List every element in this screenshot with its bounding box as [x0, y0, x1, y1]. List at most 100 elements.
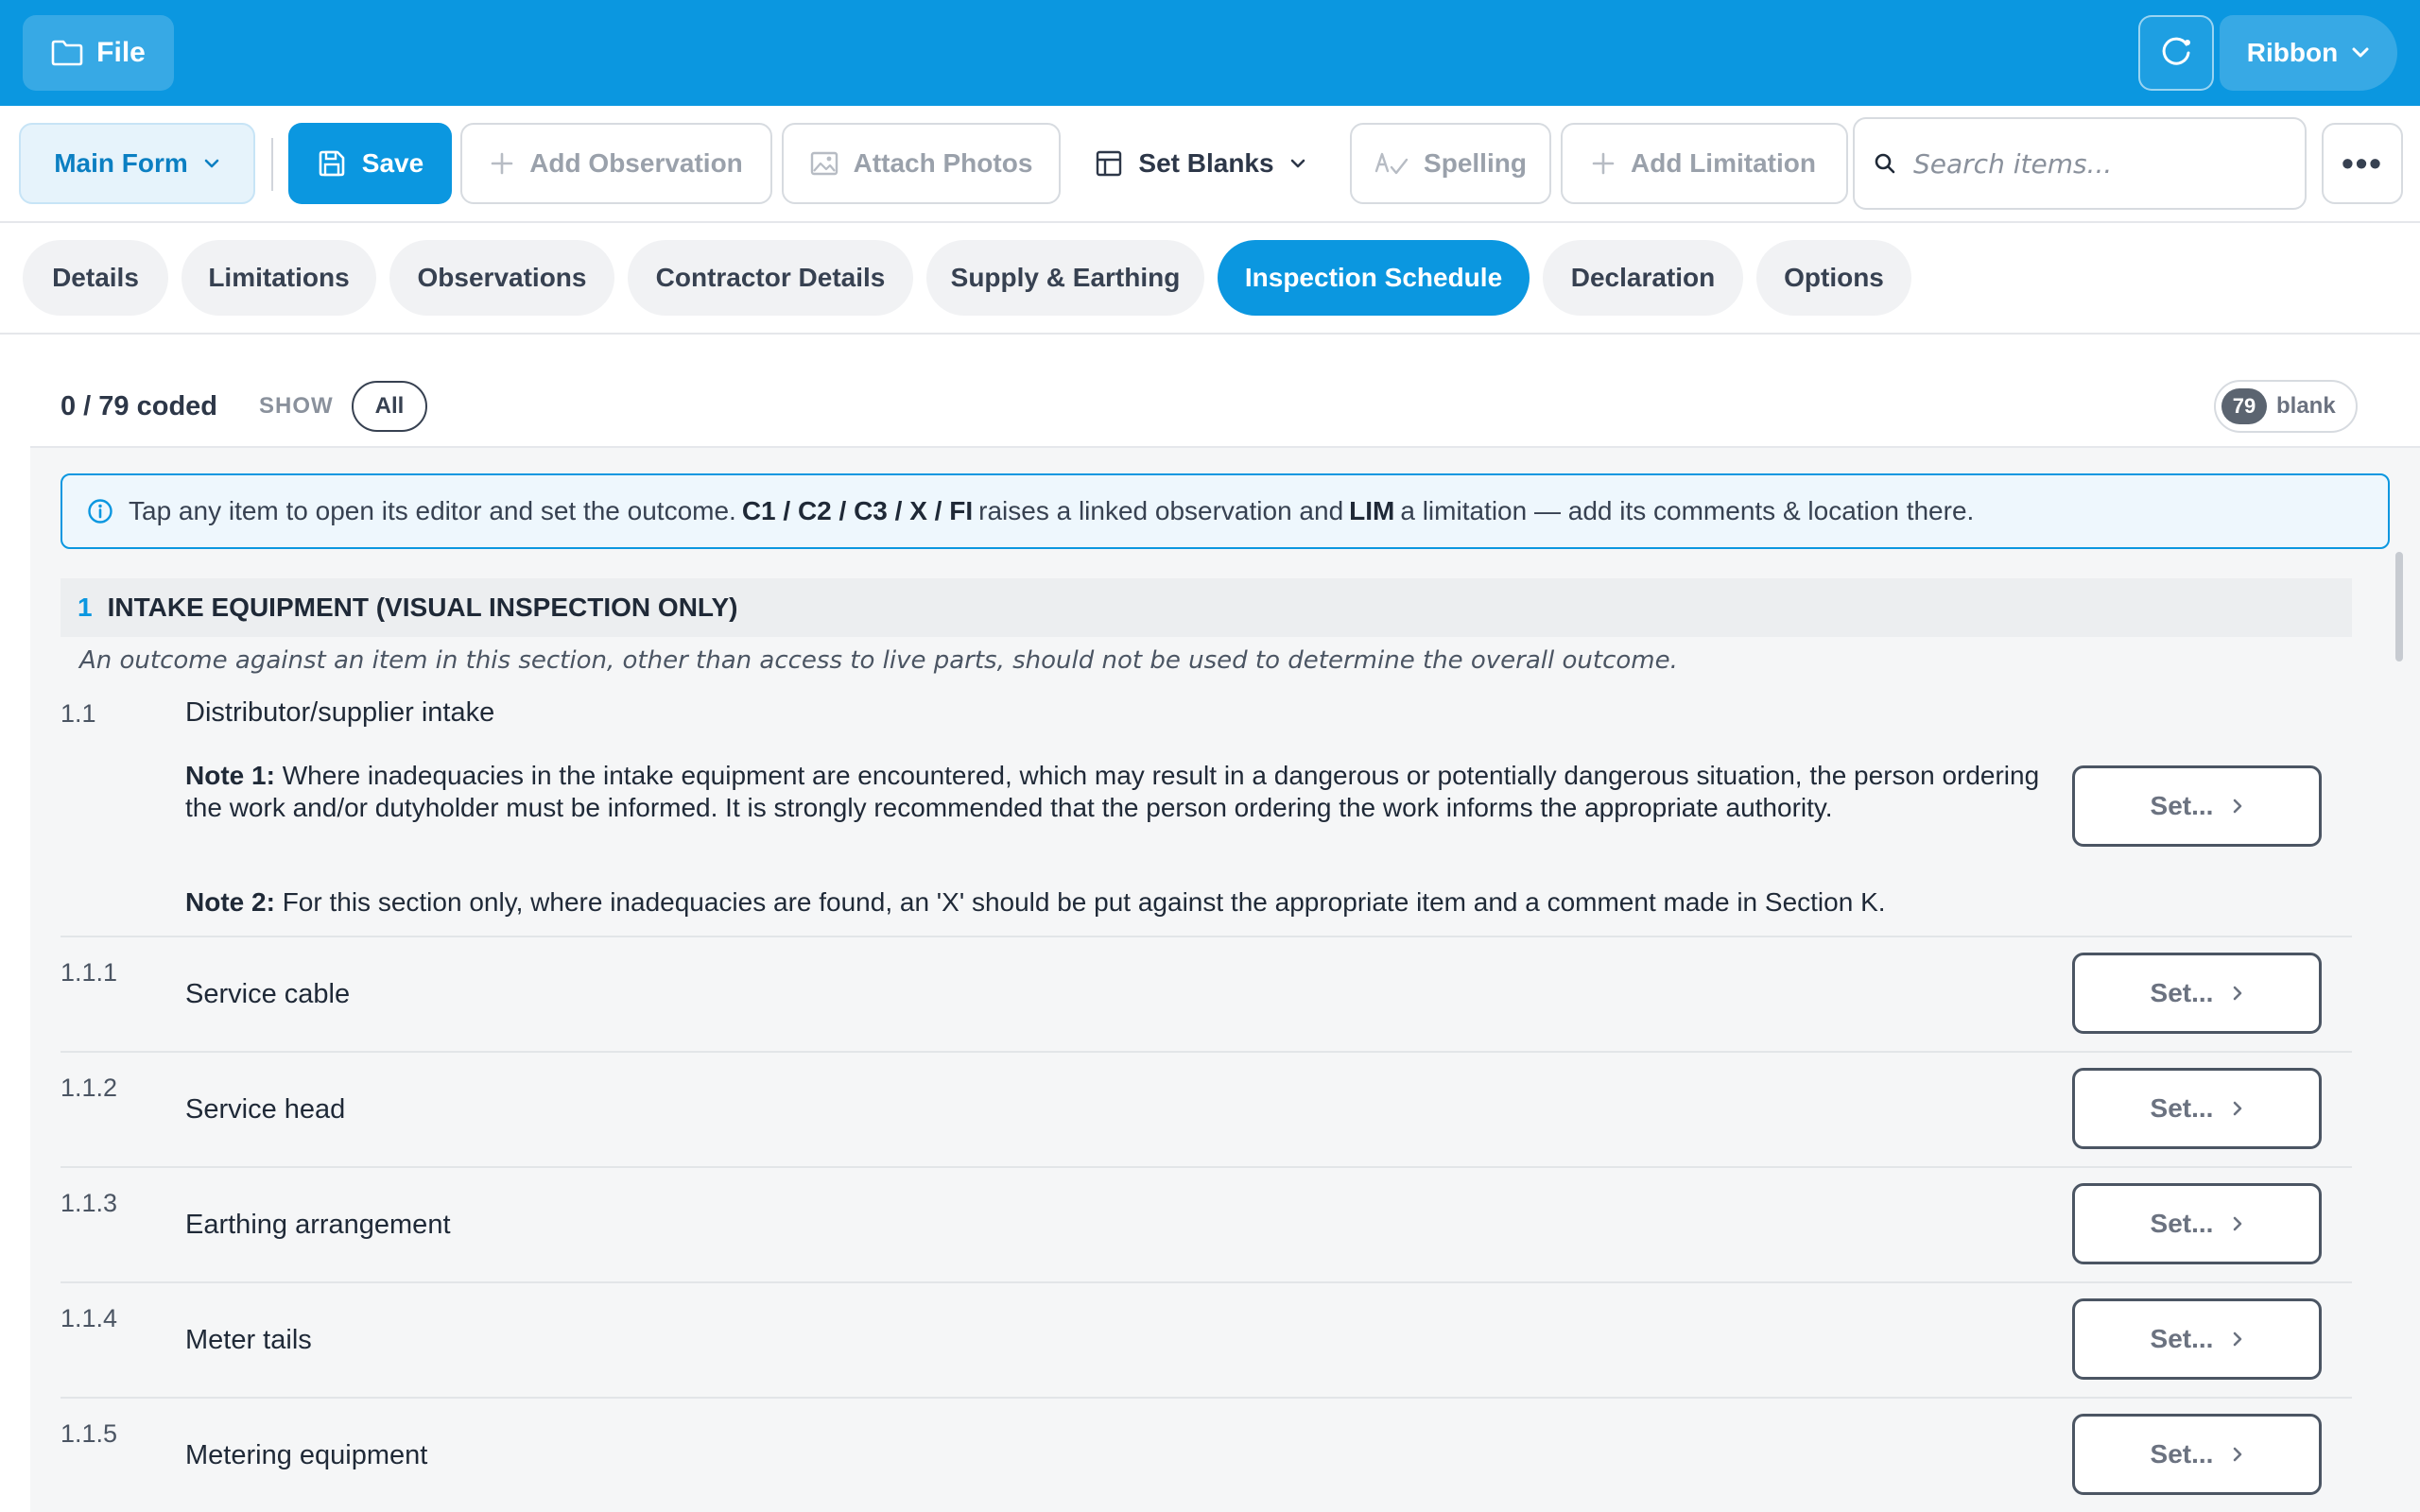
add-observation-button[interactable]: Add Observation [460, 123, 772, 204]
item-number: 1.1.4 [60, 1304, 118, 1332]
save-button[interactable]: Save [288, 123, 452, 204]
tab-inspection-schedule[interactable]: Inspection Schedule [1218, 240, 1530, 316]
item-title: Metering equipment [185, 1440, 428, 1470]
scrollbar-thumb[interactable] [2395, 552, 2403, 662]
set-button-label: Set... [2150, 1209, 2214, 1238]
add-limitation-label: Add Limitation [1631, 148, 1816, 178]
info-text: Tap any item to open its editor and set … [129, 496, 1975, 525]
set-outcome-button[interactable]: Set... [2072, 1183, 2322, 1264]
tab-options[interactable]: Options [1756, 240, 1911, 316]
search-icon [1875, 153, 1895, 174]
tab-label: Declaration [1570, 263, 1716, 292]
section-title: INTAKE EQUIPMENT (VISUAL INSPECTION ONLY… [107, 593, 738, 622]
set-outcome-button[interactable]: Set... [2072, 1298, 2322, 1380]
chevron-down-icon [1290, 159, 1305, 168]
item-title: Meter tails [185, 1325, 312, 1355]
show-label: SHOW [259, 393, 334, 419]
more-options-button[interactable]: ••• [2322, 123, 2403, 204]
tab-label: Contractor Details [655, 263, 886, 292]
more-icon: ••• [2342, 144, 2383, 182]
ribbon-button-label: Ribbon [2246, 38, 2339, 67]
chevron-down-icon [204, 159, 219, 168]
add-observation-label: Add Observation [529, 148, 743, 178]
row-divider [60, 1397, 2352, 1399]
spelling-label: Spelling [1424, 148, 1527, 178]
chevron-right-icon [2234, 1216, 2242, 1231]
search-input[interactable] [1913, 147, 2291, 180]
tab-contractor-details[interactable]: Contractor Details [628, 240, 913, 316]
set-button-label: Set... [2150, 978, 2214, 1007]
tab-label: Options [1784, 263, 1884, 292]
blank-filter-button[interactable]: 79 blank [2214, 380, 2358, 433]
attach-photos-button[interactable]: Attach Photos [782, 123, 1061, 204]
filter-all-button[interactable]: All [352, 381, 427, 432]
row-divider [60, 1166, 2352, 1168]
plus-icon [1592, 152, 1615, 175]
tab-supply-earthing[interactable]: Supply & Earthing [926, 240, 1204, 316]
set-outcome-button[interactable]: Set... [2072, 765, 2322, 847]
inspection-schedule-panel: 0 / 79 coded SHOW All 79 blank Tap any i… [30, 335, 2420, 1512]
image-icon [810, 151, 838, 176]
chevron-right-icon [2234, 1447, 2242, 1462]
file-button-label: File [96, 37, 146, 68]
set-button-label: Set... [2150, 1093, 2214, 1123]
summary-bar: 0 / 79 coded SHOW All 79 blank [30, 335, 2420, 448]
add-limitation-button[interactable]: Add Limitation [1561, 123, 1848, 204]
blank-count-badge: 79 [2221, 388, 2267, 424]
row-divider [60, 1281, 2352, 1283]
tab-label: Inspection Schedule [1244, 263, 1503, 292]
main-form-dropdown[interactable]: Main Form [19, 123, 255, 204]
save-button-label: Save [361, 148, 424, 178]
chevron-right-icon [2234, 986, 2242, 1001]
toolbar-divider [271, 138, 273, 191]
refresh-icon [2162, 37, 2190, 65]
item-title: Earthing arrangement [185, 1210, 451, 1240]
chevron-right-icon [2234, 1101, 2242, 1116]
toolbar: Main Form Save Add Observation Attach Ph… [0, 106, 2420, 223]
coded-count: 0 / 79 coded [60, 391, 218, 421]
section-tabs: Details Limitations Observations Contrac… [0, 223, 2420, 335]
search-box[interactable] [1853, 117, 2307, 210]
item-number: 1.1.1 [60, 958, 118, 987]
blank-label: blank [2276, 393, 2336, 419]
spellcheck-icon [1374, 152, 1409, 175]
item-number: 1.1.2 [60, 1074, 118, 1102]
attach-photos-label: Attach Photos [853, 148, 1033, 178]
table-icon [1097, 150, 1122, 177]
item-title: Distributor/supplier intake [185, 697, 495, 728]
tab-observations[interactable]: Observations [389, 240, 614, 316]
main-form-label: Main Form [54, 148, 188, 178]
item-note-2: Note 2: For this section only, where ina… [185, 887, 1886, 917]
item-number: 1.1.3 [60, 1189, 118, 1217]
tab-label: Limitations [208, 263, 350, 292]
set-outcome-button[interactable]: Set... [2072, 1414, 2322, 1495]
chevron-right-icon [2234, 1332, 2242, 1347]
tab-details[interactable]: Details [23, 240, 168, 316]
item-number: 1.1 [60, 699, 96, 728]
save-icon [319, 150, 345, 177]
row-divider [60, 1051, 2352, 1053]
info-banner: Tap any item to open its editor and set … [60, 473, 2390, 549]
chevron-right-icon [2234, 799, 2242, 814]
set-blanks-label: Set Blanks [1138, 148, 1274, 178]
set-button-label: Set... [2150, 791, 2214, 820]
tab-label: Details [52, 263, 139, 292]
ribbon-button[interactable]: Ribbon [2220, 15, 2397, 91]
spelling-button[interactable]: Spelling [1350, 123, 1551, 204]
set-button-label: Set... [2150, 1439, 2214, 1469]
chevron-down-icon [2352, 47, 2369, 58]
top-bar: File Ribbon [0, 0, 2420, 106]
refresh-button[interactable] [2138, 15, 2214, 91]
tab-label: Supply & Earthing [950, 263, 1181, 292]
set-blanks-dropdown[interactable]: Set Blanks [1078, 123, 1323, 204]
set-outcome-button[interactable]: Set... [2072, 953, 2322, 1034]
section-header: 1 INTAKE EQUIPMENT (VISUAL INSPECTION ON… [60, 578, 2352, 637]
section-note: An outcome against an item in this secti… [79, 646, 1678, 675]
folder-icon [51, 40, 83, 66]
item-number: 1.1.5 [60, 1419, 118, 1448]
filter-value: All [374, 393, 405, 419]
set-outcome-button[interactable]: Set... [2072, 1068, 2322, 1149]
tab-limitations[interactable]: Limitations [182, 240, 376, 316]
file-button[interactable]: File [23, 15, 174, 91]
tab-declaration[interactable]: Declaration [1543, 240, 1743, 316]
